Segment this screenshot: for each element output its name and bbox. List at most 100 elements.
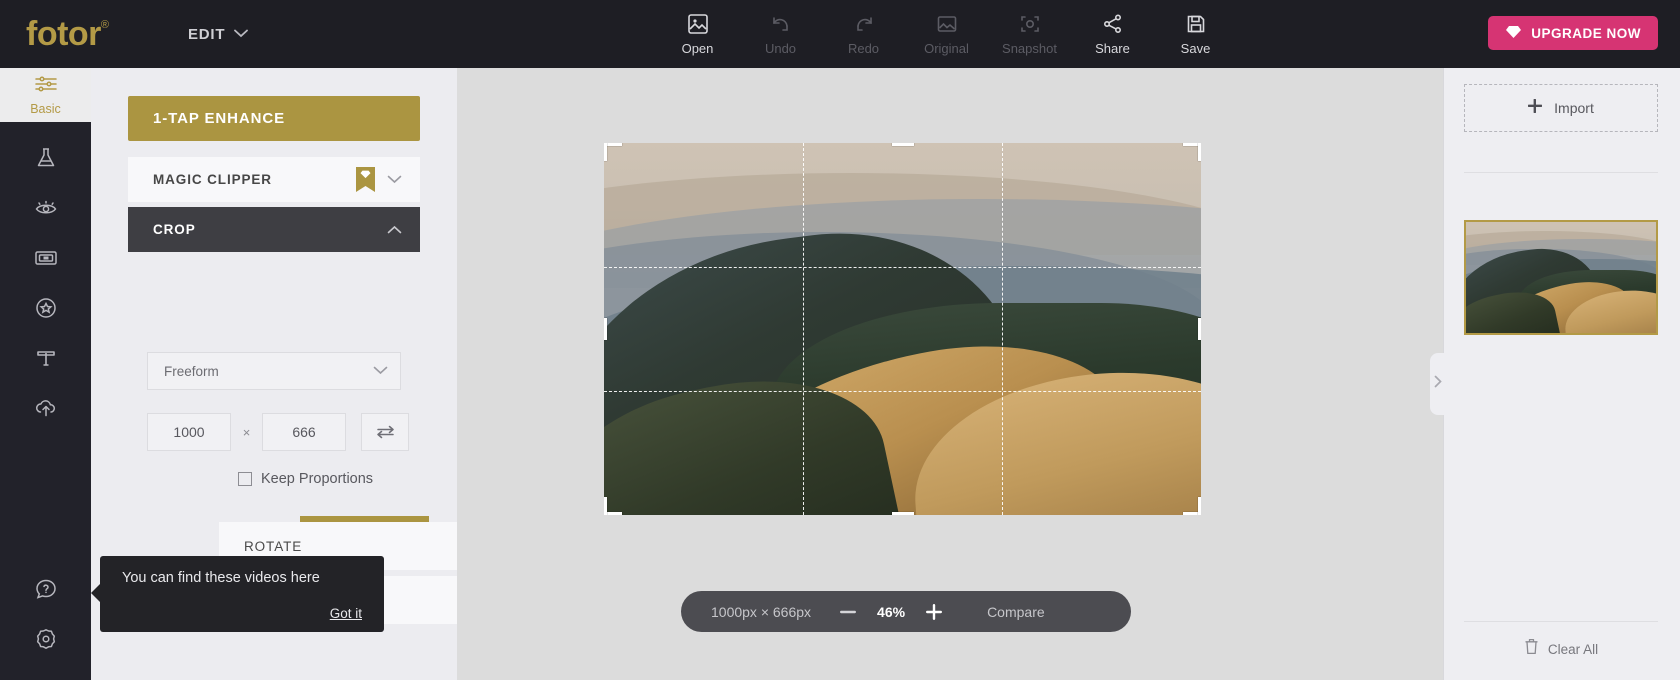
plus-icon [1528,98,1543,118]
eye-beauty-icon [34,196,58,225]
thumbnail-image [1466,222,1656,333]
registered-trademark-icon: ® [100,19,110,31]
keep-proportions-checkbox[interactable] [238,472,252,486]
edit-mode-label: EDIT [188,25,226,43]
rail-spacer [0,122,91,135]
clear-all-button[interactable]: Clear All [1464,632,1658,666]
swap-dimensions-button[interactable] [361,413,409,451]
crop-gridline-vertical-1 [802,143,804,515]
import-label: Import [1554,100,1594,116]
left-icon-rail: Basic [0,68,91,680]
snapshot-button[interactable]: Snapshot [988,6,1071,56]
aspect-ratio-select[interactable]: Freeform [147,352,401,390]
rail-bottom-group [0,566,91,666]
sidebar-item-sticker[interactable] [0,285,91,335]
sidebar-item-beauty[interactable] [0,185,91,235]
help-question-icon [34,577,58,606]
tray-divider [1464,172,1658,173]
sidebar-item-basic-label: Basic [30,102,61,116]
sticker-icon [34,296,58,325]
open-button[interactable]: Open [656,6,739,56]
crop-height-input[interactable] [262,413,346,451]
settings-gear-icon [34,627,58,656]
open-image-icon [687,12,709,36]
share-button[interactable]: Share [1071,6,1154,56]
edit-mode-menu[interactable]: EDIT [188,25,249,43]
upgrade-now-button[interactable]: UPGRADE NOW [1488,16,1658,50]
crop-overlay[interactable] [604,143,1201,515]
sidebar-item-basic[interactable]: Basic [0,68,91,122]
import-button[interactable]: Import [1464,84,1658,132]
image-tray-panel: Import Clear All [1430,68,1680,680]
settings-button[interactable] [0,616,91,666]
rotate-label: ROTATE [244,538,303,554]
multiply-symbol: × [242,424,251,440]
tooltip-message: You can find these videos here [122,570,320,586]
diamond-icon [1505,25,1522,42]
compare-button[interactable]: Compare [987,604,1045,620]
frame-icon [34,246,58,275]
clear-all-label: Clear All [1547,641,1599,657]
crop-section-header[interactable]: CROP [128,207,420,252]
crop-handle-top[interactable] [891,143,914,146]
crop-handle-bottom-left[interactable] [604,497,607,515]
crop-handle-right[interactable] [1198,318,1201,340]
chevron-right-icon [1434,375,1442,393]
keep-proportions-toggle[interactable]: Keep Proportions [238,471,373,487]
help-button[interactable] [0,566,91,616]
redo-icon [853,12,875,36]
snapshot-label: Snapshot [1002,41,1057,56]
image-dimensions-label: 1000px × 666px [711,603,812,620]
crop-gridline-vertical-2 [1001,143,1003,515]
crop-gridline-horizontal-2 [604,390,1201,392]
original-label: Original [924,41,969,56]
crop-width-input[interactable] [147,413,231,451]
undo-button[interactable]: Undo [739,6,822,56]
zoom-in-button[interactable] [923,603,945,620]
sidebar-item-text[interactable] [0,335,91,385]
sidebar-item-effects[interactable] [0,135,91,185]
photo-preview[interactable] [604,143,1201,515]
action-tools: Open Undo Redo Original Snapshot Share S… [656,6,1237,56]
zoom-out-button[interactable] [837,610,859,614]
crop-handle-top-left[interactable] [604,143,607,161]
premium-badge-icon [356,167,375,192]
crop-handle-bottom-right[interactable] [1198,497,1201,515]
crop-dimension-row: × [147,413,409,451]
sidebar-item-upload[interactable] [0,385,91,435]
text-tool-icon [34,346,58,375]
crop-handle-left[interactable] [604,318,607,340]
chevron-up-icon [387,221,402,239]
one-tap-enhance-button[interactable]: 1-TAP ENHANCE [128,96,420,141]
aspect-ratio-value: Freeform [164,363,219,379]
sidebar-item-frame[interactable] [0,235,91,285]
image-thumbnail[interactable] [1464,220,1658,335]
share-icon [1102,12,1124,36]
tooltip-got-it-link[interactable]: Got it [330,606,362,621]
fotor-editor-app: fotor ® EDIT Open Undo Redo Original Sna… [0,0,1680,680]
trash-icon [1524,638,1539,660]
chevron-down-icon [234,25,249,43]
magic-clipper-label: MAGIC CLIPPER [153,172,272,187]
snapshot-icon [1019,12,1041,36]
original-button[interactable]: Original [905,6,988,56]
save-button[interactable]: Save [1154,6,1237,56]
crop-handle-bottom[interactable] [891,512,914,515]
undo-label: Undo [764,41,797,56]
magic-clipper-section[interactable]: MAGIC CLIPPER [128,157,420,202]
app-logo[interactable]: fotor ® [26,17,156,51]
collapse-tray-button[interactable] [1430,353,1445,415]
chevron-down-icon [387,171,402,189]
crop-handle-top-right[interactable] [1198,143,1201,161]
tray-bottom-divider [1464,621,1658,622]
zoom-level-label: 46% [877,603,906,620]
crop-label: CROP [153,222,196,237]
cloud-upload-icon [34,396,58,425]
redo-label: Redo [847,41,880,56]
redo-button[interactable]: Redo [822,6,905,56]
top-toolbar: fotor ® EDIT Open Undo Redo Original Sna… [0,0,1680,68]
undo-icon [770,12,792,36]
zoom-toolbar: 1000px × 666px 46% Compare [681,591,1131,632]
original-image-icon [936,12,958,36]
save-label: Save [1180,41,1211,56]
